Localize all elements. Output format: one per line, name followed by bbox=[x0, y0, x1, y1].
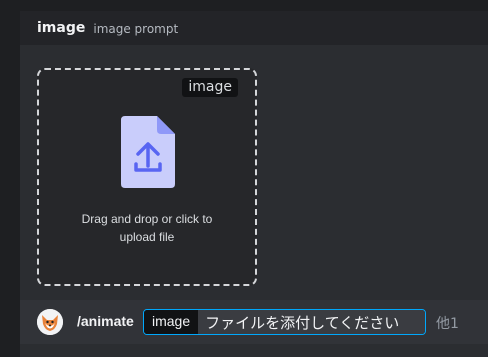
fox-avatar-icon bbox=[37, 309, 63, 335]
dropzone-text-line1: Drag and drop or click to bbox=[81, 212, 213, 226]
dropzone-instructions: Drag and drop or click to upload file bbox=[39, 210, 255, 246]
option-chip-name: image bbox=[144, 310, 199, 334]
upload-file-icon bbox=[121, 116, 175, 188]
file-dropzone[interactable]: image Drag and drop or click to upload f… bbox=[37, 68, 257, 286]
more-options-button[interactable]: 他1 bbox=[436, 313, 459, 333]
option-title: image bbox=[37, 20, 86, 36]
dropzone-text-line2: upload file bbox=[119, 230, 175, 244]
option-chip-value[interactable]: ファイルを添付してください bbox=[198, 310, 425, 334]
dropzone-badge: image bbox=[182, 78, 238, 97]
image-option-chip[interactable]: image ファイルを添付してください bbox=[143, 309, 426, 335]
option-header: image image prompt bbox=[20, 11, 488, 45]
option-description: image prompt bbox=[93, 22, 179, 36]
slash-command-name: /animate bbox=[77, 313, 134, 329]
command-input-bar: /animate image ファイルを添付してください 他1 bbox=[20, 300, 488, 344]
